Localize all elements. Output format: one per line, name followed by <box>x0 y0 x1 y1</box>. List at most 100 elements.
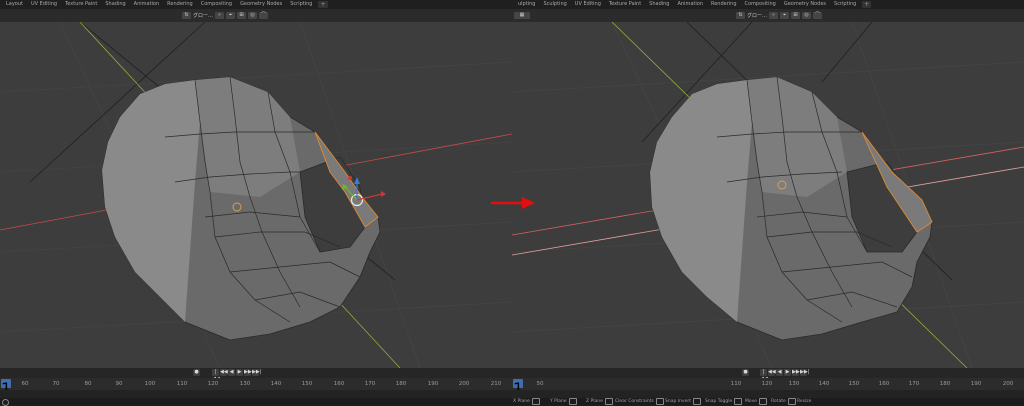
falloff-icon[interactable]: ⌒ <box>813 12 823 19</box>
jump-start-button[interactable]: |◀◀ <box>212 369 220 382</box>
timeline-tick: 80 <box>84 381 92 387</box>
jump-end-button[interactable]: ▶▶| <box>800 369 809 376</box>
pivot-point-icon[interactable]: ∘ <box>215 12 225 19</box>
timeline-tick: 120 <box>761 381 773 387</box>
timeline-tick: 150 <box>301 381 313 387</box>
timeline-tick: 130 <box>788 381 800 387</box>
tab-compositing[interactable]: Compositing <box>741 0 780 9</box>
timeline-tick: 90 <box>115 381 123 387</box>
timeline-tick: 200 <box>1002 381 1014 387</box>
left-editor-pane: Layout UV Editing Texture Paint Shading … <box>0 0 512 405</box>
editor-type-icon[interactable]: ▦ <box>514 12 530 19</box>
tab-sculpting[interactable]: Sculpting <box>539 0 570 9</box>
keyframe-icon[interactable]: ● <box>193 369 200 376</box>
status-snap-invert: Snap Invert <box>665 398 701 405</box>
timeline-tick: 60 <box>21 381 29 387</box>
proportional-edit-icon[interactable]: ◎ <box>802 12 812 19</box>
current-frame-indicator[interactable]: 1 <box>513 379 523 398</box>
snap-settings-icon[interactable]: ⊞ <box>237 12 247 19</box>
status-rotate: Rotate <box>771 398 796 405</box>
next-keyframe-button[interactable]: ▶▶ <box>244 369 252 376</box>
timeline-tick: 100 <box>144 381 156 387</box>
play-reverse-button[interactable]: ◀ <box>228 369 235 376</box>
tab-scripting[interactable]: Scripting <box>286 0 316 9</box>
timeline-tick: 110 <box>176 381 188 387</box>
tab-animation[interactable]: Animation <box>130 0 164 9</box>
play-button[interactable]: ▶ <box>236 369 243 376</box>
tab-shading[interactable]: Shading <box>101 0 129 9</box>
viewport-canvas <box>512 22 1024 368</box>
status-move: Move <box>745 398 768 405</box>
current-frame-indicator[interactable]: 1 <box>1 379 11 398</box>
transform-orientation-dropdown[interactable]: グロー… <box>193 12 213 19</box>
timeline-ruler[interactable]: 1 60 70 80 90 100 110 120 130 140 150 16… <box>0 378 512 398</box>
timeline-lower-strip <box>0 390 512 398</box>
snap-icon[interactable]: ⌖ <box>780 12 790 19</box>
snap-settings-icon[interactable]: ⊞ <box>791 12 801 19</box>
tab-sculpting-partial[interactable]: ulpting <box>514 0 539 9</box>
viewport-canvas <box>0 22 512 368</box>
tab-rendering[interactable]: Rendering <box>707 0 741 9</box>
tab-texture-paint[interactable]: Texture Paint <box>61 0 101 9</box>
tab-rendering[interactable]: Rendering <box>163 0 197 9</box>
timeline-tick: 160 <box>878 381 890 387</box>
tab-uv-editing[interactable]: UV Editing <box>571 0 605 9</box>
tab-scripting[interactable]: Scripting <box>830 0 860 9</box>
timeline-tick: 160 <box>333 381 345 387</box>
right-arrow-icon <box>491 197 535 209</box>
timeline-tick: 170 <box>908 381 920 387</box>
play-button[interactable]: ▶ <box>784 369 791 376</box>
status-x-plane: X Plane <box>513 398 540 405</box>
tab-geometry-nodes[interactable]: Geometry Nodes <box>780 0 830 9</box>
playback-bar: ● |◀◀ ◀◀ ◀ ▶ ▶▶ ▶▶| <box>0 368 512 382</box>
timeline-ruler[interactable]: 1 50 110 120 130 140 150 160 170 180 190… <box>512 378 1024 398</box>
tab-animation[interactable]: Animation <box>673 0 707 9</box>
timeline-tick: 180 <box>395 381 407 387</box>
transform-orientation-dropdown[interactable]: グロー… <box>747 12 767 19</box>
timeline-tick: 50 <box>536 381 544 387</box>
timeline-tick: 70 <box>52 381 60 387</box>
proportional-edit-icon[interactable]: ◎ <box>248 12 258 19</box>
status-clear-constraints: Clear Constraints <box>615 398 664 405</box>
prev-keyframe-button[interactable]: ◀◀ <box>220 369 228 376</box>
snap-icon[interactable]: ⌖ <box>226 12 236 19</box>
keyframe-icon[interactable]: ● <box>742 369 749 376</box>
status-z-plane: Z Plane <box>586 398 613 405</box>
play-reverse-button[interactable]: ◀ <box>776 369 783 376</box>
timeline-tick: 120 <box>207 381 219 387</box>
playback-bar: ● |◀◀ ◀◀ ◀ ▶ ▶▶ ▶▶| <box>512 368 1024 382</box>
timeline-tick: 140 <box>818 381 830 387</box>
tab-geometry-nodes[interactable]: Geometry Nodes <box>236 0 286 9</box>
tab-texture-paint[interactable]: Texture Paint <box>605 0 645 9</box>
timeline-tick: 190 <box>427 381 439 387</box>
timeline-tick: 150 <box>848 381 860 387</box>
status-snap-toggle: Snap Toggle <box>705 398 743 405</box>
jump-start-button[interactable]: |◀◀ <box>760 369 768 382</box>
timeline-tick: 210 <box>490 381 502 387</box>
playback-controls: |◀◀ ◀◀ ◀ ▶ ▶▶ ▶▶| <box>760 369 809 382</box>
pivot-point-icon[interactable]: ∘ <box>769 12 779 19</box>
jump-end-button[interactable]: ▶▶| <box>252 369 261 376</box>
transform-orientation-icon[interactable]: ⇅ <box>736 12 745 19</box>
3d-viewport-after[interactable] <box>512 22 1024 368</box>
tab-shading[interactable]: Shading <box>645 0 673 9</box>
timeline-tick: 140 <box>270 381 282 387</box>
timeline-tick: 190 <box>970 381 982 387</box>
timeline-tick: 110 <box>730 381 742 387</box>
tab-layout[interactable]: Layout <box>2 0 27 9</box>
status-y-plane: Y Plane <box>550 398 577 405</box>
viewport-header: ⇅ グロー… ∘ ⌖ ⊞ ◎ ⌒ <box>0 9 512 22</box>
add-workspace-button[interactable]: + <box>318 1 328 8</box>
add-workspace-button[interactable]: + <box>862 1 872 8</box>
falloff-icon[interactable]: ⌒ <box>259 12 269 19</box>
next-keyframe-button[interactable]: ▶▶ <box>792 369 800 376</box>
playback-controls: |◀◀ ◀◀ ◀ ▶ ▶▶ ▶▶| <box>212 369 261 382</box>
tab-compositing[interactable]: Compositing <box>197 0 236 9</box>
status-bar: X Plane Y Plane Z Plane Clear Constraint… <box>0 398 1024 406</box>
timeline-lower-strip <box>512 390 1024 398</box>
tab-uv-editing[interactable]: UV Editing <box>27 0 61 9</box>
workspace-tabs: Layout UV Editing Texture Paint Shading … <box>0 0 512 9</box>
prev-keyframe-button[interactable]: ◀◀ <box>768 369 776 376</box>
transform-orientation-icon[interactable]: ⇅ <box>182 12 191 19</box>
3d-viewport-before[interactable] <box>0 22 512 368</box>
